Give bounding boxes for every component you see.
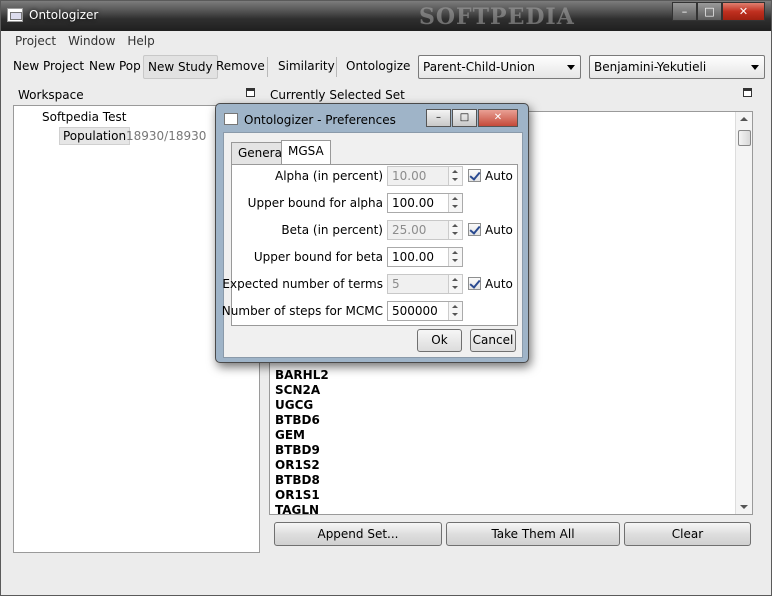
beta-value: 25.00 [392, 223, 427, 237]
stepper-arrows-icon[interactable] [448, 275, 462, 293]
remove-button[interactable]: Remove [212, 55, 269, 79]
expected-terms-auto-checkbox[interactable]: Auto [468, 276, 518, 292]
dialog-window-controls: – □ ✕ [425, 109, 518, 127]
dock-icon[interactable] [246, 88, 255, 97]
alpha-value: 10.00 [392, 169, 427, 183]
scroll-thumb[interactable] [738, 130, 751, 146]
scroll-up-icon[interactable] [740, 117, 748, 121]
scroll-down-icon[interactable] [740, 505, 748, 509]
stepper-arrows-icon[interactable] [448, 221, 462, 239]
stepper-arrows-icon[interactable] [448, 248, 462, 266]
dialog-body: General MGSA Alpha (in percent) 10.00 Au… [222, 132, 523, 358]
stepper-arrows-icon[interactable] [448, 302, 462, 320]
dialog-title: Ontologizer - Preferences [244, 113, 396, 127]
vertical-scrollbar[interactable] [735, 112, 752, 514]
main-window: Ontologizer SOFTPEDIA – □ ✕ Project Wind… [0, 0, 772, 596]
list-item: BTBD9 [275, 443, 320, 457]
correction-select[interactable]: Benjamini-Yekutieli [589, 55, 765, 79]
method-select-value: Parent-Child-Union [423, 60, 536, 74]
mcmc-steps-stepper[interactable]: 500000 [387, 301, 463, 321]
stepper-arrows-icon[interactable] [448, 167, 462, 185]
toolbar-separator [336, 57, 337, 77]
mgsa-tab-panel: Alpha (in percent) 10.00 Auto Upper boun… [222, 164, 518, 326]
upper-alpha-value: 100.00 [392, 196, 434, 210]
upper-beta-stepper[interactable]: 100.00 [387, 247, 463, 267]
population-count: 18930/18930 [126, 129, 207, 143]
ok-button[interactable]: Ok [417, 329, 462, 352]
similarity-button[interactable]: Similarity [274, 55, 339, 79]
workspace-header: Workspace [18, 88, 84, 102]
checkbox-checked-icon [468, 277, 481, 290]
checkbox-checked-icon [468, 223, 481, 236]
title-bar[interactable]: Ontologizer SOFTPEDIA – □ ✕ [1, 1, 771, 31]
alpha-stepper[interactable]: 10.00 [387, 166, 463, 186]
checkbox-checked-icon [468, 169, 481, 182]
minimize-button[interactable]: – [426, 109, 451, 127]
gene-list: BARHL2 SCN2A UGCG BTBD6 GEM BTBD9 OR1S2 … [275, 368, 329, 515]
window-controls: – □ ✕ [672, 2, 765, 21]
list-item: OR1S2 [275, 458, 320, 472]
mcmc-steps-value: 500000 [392, 304, 438, 318]
selected-set-header: Currently Selected Set [270, 88, 405, 102]
beta-auto-checkbox[interactable]: Auto [468, 222, 518, 238]
close-button[interactable]: ✕ [478, 109, 518, 127]
list-item: UGCG [275, 398, 314, 412]
chevron-down-icon [751, 65, 759, 70]
new-project-button[interactable]: New Project [9, 55, 88, 79]
tab-mgsa[interactable]: MGSA [281, 140, 331, 164]
list-item: BTBD6 [275, 413, 320, 427]
app-icon [224, 113, 238, 125]
stepper-arrows-icon[interactable] [448, 194, 462, 212]
upper-alpha-stepper[interactable]: 100.00 [387, 193, 463, 213]
expected-terms-label: Expected number of terms [222, 277, 383, 291]
upper-beta-label: Upper bound for beta [253, 250, 383, 264]
chevron-down-icon [567, 65, 575, 70]
auto-label: Auto [485, 223, 513, 237]
clear-button[interactable]: Clear [624, 522, 751, 546]
menu-bar: Project Window Help [9, 32, 161, 52]
auto-label: Auto [485, 169, 513, 183]
expected-terms-value: 5 [392, 277, 400, 291]
tree-project-item[interactable]: Softpedia Test [42, 110, 126, 124]
softpedia-watermark: SOFTPEDIA [419, 4, 575, 30]
list-item: BARHL2 [275, 368, 329, 382]
auto-label: Auto [485, 277, 513, 291]
list-item: SCN2A [275, 383, 321, 397]
menu-help[interactable]: Help [121, 32, 160, 52]
window-title: Ontologizer [29, 8, 99, 22]
take-them-all-button[interactable]: Take Them All [446, 522, 620, 546]
minimize-button[interactable]: – [672, 2, 697, 21]
new-pop-button[interactable]: New Pop [85, 55, 145, 79]
method-select[interactable]: Parent-Child-Union [418, 55, 581, 79]
maximize-button[interactable]: □ [452, 109, 477, 127]
upper-alpha-label: Upper bound for alpha [247, 196, 383, 210]
ontologize-button[interactable]: Ontologize [342, 55, 414, 79]
menu-window[interactable]: Window [62, 32, 121, 52]
close-button[interactable]: ✕ [722, 2, 765, 21]
beta-stepper[interactable]: 25.00 [387, 220, 463, 240]
list-item: BTBD8 [275, 473, 320, 487]
maximize-button[interactable]: □ [697, 2, 722, 21]
app-icon [7, 8, 23, 22]
dock-icon[interactable] [743, 88, 752, 97]
list-item: TAGLN [275, 503, 320, 515]
alpha-label: Alpha (in percent) [274, 169, 383, 183]
append-set-button[interactable]: Append Set... [274, 522, 442, 546]
list-item: GEM [275, 428, 305, 442]
toolbar-separator [267, 57, 268, 77]
list-item: OR1S1 [275, 488, 320, 502]
preferences-dialog: Ontologizer - Preferences – □ ✕ General … [215, 103, 529, 363]
beta-label: Beta (in percent) [281, 223, 383, 237]
menu-project[interactable]: Project [9, 32, 62, 52]
upper-beta-value: 100.00 [392, 250, 434, 264]
expected-terms-stepper[interactable]: 5 [387, 274, 463, 294]
tree-population-item[interactable]: Population [59, 127, 131, 145]
new-study-button[interactable]: New Study [143, 55, 218, 79]
mcmc-steps-label: Number of steps for MCMC [221, 304, 383, 318]
dialog-title-bar[interactable]: Ontologizer - Preferences – □ ✕ [222, 109, 522, 129]
alpha-auto-checkbox[interactable]: Auto [468, 168, 518, 184]
cancel-button[interactable]: Cancel [470, 329, 516, 352]
toolbar: New Project New Pop New Study Remove Sim… [9, 55, 765, 79]
correction-select-value: Benjamini-Yekutieli [594, 60, 707, 74]
